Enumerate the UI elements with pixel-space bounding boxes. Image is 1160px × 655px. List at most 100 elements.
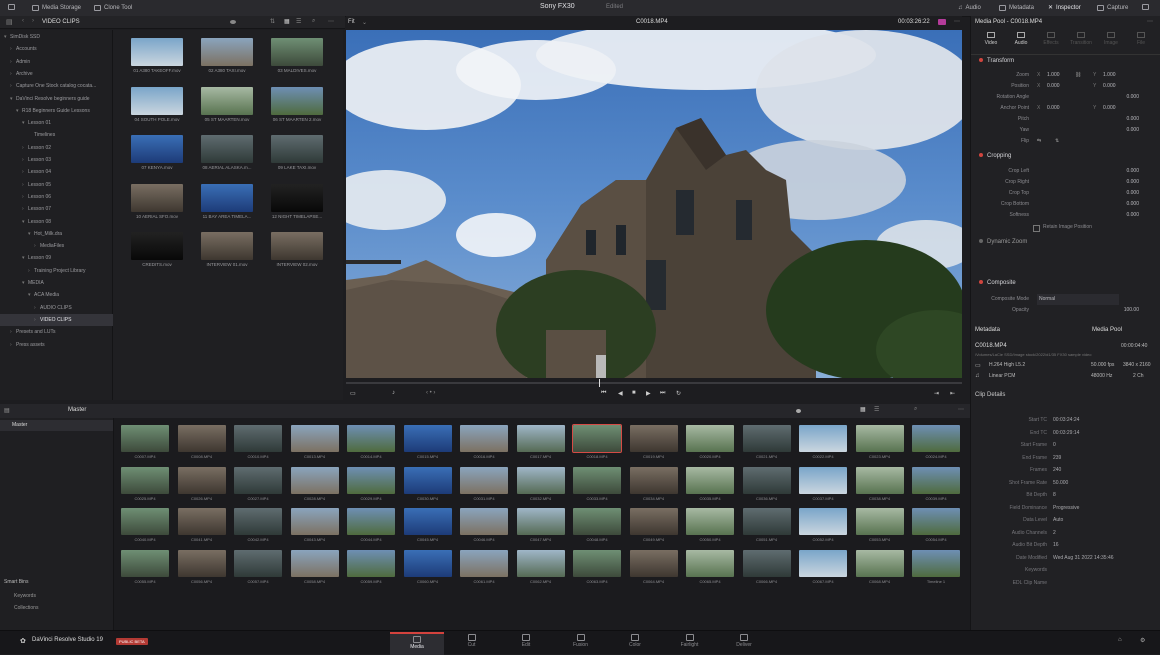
back-arrow-icon[interactable]: ‹	[22, 18, 24, 24]
page-tab-media[interactable]: Media	[390, 632, 444, 655]
media-pool-clip[interactable]: C0053.MP4	[855, 508, 904, 546]
crop-right-field[interactable]: 0.000	[1126, 177, 1139, 188]
media-pool-clip[interactable]: C0060.MP4	[403, 549, 452, 588]
tree-item[interactable]: ▾ Hot_Milk.dra	[0, 228, 62, 240]
opacity-field[interactable]: 100.00	[1124, 305, 1139, 316]
media-pool-clip[interactable]: C0048.MP4	[573, 508, 621, 546]
composite-section[interactable]: Composite	[979, 280, 1016, 286]
pitch-field[interactable]: 0.000	[1126, 114, 1139, 125]
media-thumbnail[interactable]: INTERVIEW 02.mov	[271, 232, 323, 278]
media-pool-clip[interactable]: C0016.MP4	[460, 425, 508, 463]
media-pool-clip[interactable]: C0033.MP4	[573, 466, 621, 505]
audio-button[interactable]: ♫ Audio	[958, 3, 981, 13]
zoom-fit-dropdown[interactable]: Fit	[348, 19, 355, 25]
media-pool-clip[interactable]: C0036.MP4	[742, 466, 791, 505]
rotation-field[interactable]: 0.000	[1126, 92, 1139, 103]
media-pool-clip[interactable]: C0054.MP4	[912, 508, 960, 546]
page-tab-deliver[interactable]: Deliver	[717, 632, 771, 653]
enabled-dot-icon[interactable]	[979, 280, 983, 284]
pool-search-icon[interactable]: ⌕	[914, 406, 917, 413]
inspector-tab[interactable]: Video	[977, 32, 1005, 46]
media-pool-clip[interactable]: C0043.MP4	[290, 508, 339, 546]
crop-bottom-field[interactable]: 0.000	[1126, 199, 1139, 210]
media-pool-clip[interactable]: C0025.MP4	[121, 466, 169, 505]
tree-item[interactable]: › Presets and LUTs	[0, 326, 55, 338]
flip-vertical-icon[interactable]: ⇅	[1055, 136, 1059, 147]
bin-item-master[interactable]: Master	[0, 420, 113, 431]
disabled-dot-icon[interactable]	[979, 239, 983, 243]
list-view-icon[interactable]: ☰	[296, 18, 301, 25]
pool-more-icon[interactable]: ⋯	[958, 406, 964, 413]
media-pool-clip[interactable]: C0018.MP4	[572, 424, 622, 463]
media-pool-clip[interactable]: C0008.MP4	[177, 425, 226, 463]
smart-bin-keywords[interactable]: Keywords	[14, 593, 36, 599]
media-pool-clip[interactable]: C0049.MP4	[629, 508, 678, 546]
inspector-button[interactable]: ✕ Inspector	[1048, 3, 1081, 13]
media-pool-clip[interactable]: C0067.MP4	[799, 549, 847, 588]
media-thumbnail[interactable]: 10 AERIAL SFO.mov	[131, 183, 183, 230]
media-pool-clip[interactable]: C0007.MP4	[121, 425, 169, 463]
dynamic-zoom-section[interactable]: Dynamic Zoom	[979, 239, 1027, 245]
tree-item[interactable]: ▾ R18 Beginners Guide Lessons	[0, 105, 90, 117]
home-icon[interactable]: ⌂	[1118, 637, 1122, 643]
media-pool-clip[interactable]: C0037.MP4	[799, 466, 847, 505]
tree-item[interactable]: › Capture One Stock catalog cocata...	[0, 80, 96, 92]
media-pool-clip[interactable]: C0032.MP4	[516, 466, 565, 505]
link-icon[interactable]: ⛓	[1075, 70, 1081, 81]
tree-item[interactable]: › Accounts	[0, 43, 37, 55]
tree-item[interactable]: ▾ Lesson 08	[0, 216, 51, 228]
tree-item[interactable]: › Lesson 04	[0, 166, 51, 178]
play-icon[interactable]: ▶	[646, 390, 651, 397]
tree-item[interactable]: › MediaFiles	[0, 240, 64, 252]
media-pool-clip[interactable]: C0040.MP4	[121, 508, 169, 546]
media-pool-clip[interactable]: C0041.MP4	[177, 508, 226, 546]
bin-list-toggle-icon[interactable]: ▤	[4, 407, 10, 414]
media-pool-clip[interactable]: C0050.MP4	[686, 508, 734, 546]
metadata-value[interactable]: 00:03:29:14	[1053, 427, 1079, 439]
metadata-value[interactable]: 239	[1053, 452, 1061, 464]
page-tab-color[interactable]: Color	[608, 632, 662, 653]
media-pool-clip[interactable]: C0064.MP4	[629, 549, 678, 588]
media-pool-clip[interactable]: C0056.MP4	[177, 549, 226, 588]
zoom-y-field[interactable]: 1.000	[1103, 70, 1116, 81]
stop-icon[interactable]: ■	[632, 390, 636, 396]
media-pool-clip[interactable]: C0031.MP4	[460, 466, 508, 505]
position-y-field[interactable]: 0.000	[1103, 81, 1116, 92]
jump-to-start-icon[interactable]: ⏮	[601, 390, 606, 397]
media-thumbnail[interactable]: INTERVIEW 01.mov	[201, 232, 253, 278]
play-reverse-icon[interactable]: ◀	[618, 390, 623, 397]
media-pool-clip[interactable]: C0038.MP4	[855, 466, 904, 505]
media-pool-clip[interactable]: C0029.MP4	[347, 466, 395, 505]
tree-item[interactable]: › Training Project Library	[0, 265, 86, 277]
media-thumbnail[interactable]: 09 LAKE TAXI.mov	[271, 135, 323, 181]
enabled-dot-icon[interactable]	[979, 153, 983, 157]
media-pool-clip[interactable]: C0065.MP4	[686, 549, 734, 588]
metadata-value[interactable]: 240	[1053, 464, 1061, 476]
playhead[interactable]	[599, 379, 600, 387]
media-thumbnail[interactable]: 04 SOUTH POLE.mov	[131, 86, 183, 133]
transform-section[interactable]: Transform	[979, 58, 1014, 64]
position-x-field[interactable]: 0.000	[1047, 81, 1060, 92]
page-tab-fusion[interactable]: Fusion	[554, 632, 608, 653]
metadata-value[interactable]: 8	[1053, 489, 1056, 501]
crop-left-field[interactable]: 0.000	[1126, 166, 1139, 177]
softness-field[interactable]: 0.000	[1126, 210, 1139, 221]
media-pool-clip[interactable]: C0061.MP4	[460, 549, 508, 588]
media-thumbnail[interactable]: 03 MALDIVES.mov	[271, 38, 323, 84]
media-pool-clip[interactable]: C0052.MP4	[799, 508, 847, 546]
viewer-layout-icon[interactable]: ▭	[350, 390, 356, 397]
yaw-field[interactable]: 0.000	[1126, 125, 1139, 136]
tree-item[interactable]: ▾ MEDIA	[0, 277, 44, 289]
page-tab-fairlight[interactable]: Fairlight	[663, 632, 717, 653]
tree-item[interactable]: ▾ DaVinci Resolve beginners guide	[0, 93, 90, 105]
tree-item[interactable]: › Admin	[0, 56, 30, 68]
anchor-x-field[interactable]: 0.000	[1047, 103, 1060, 114]
loop-icon[interactable]: ↻	[676, 390, 681, 397]
media-pool-clip[interactable]: C0017.MP4	[516, 425, 565, 463]
media-pool-clip[interactable]: C0042.MP4	[234, 508, 282, 546]
media-pool-clip[interactable]: C0027.MP4	[234, 466, 282, 505]
viewer-scrubber[interactable]	[346, 382, 962, 384]
viewer-mode-icon[interactable]	[938, 19, 946, 25]
cropping-section[interactable]: Cropping	[979, 153, 1011, 159]
media-thumbnail[interactable]: CREDITS.mov	[131, 232, 183, 278]
